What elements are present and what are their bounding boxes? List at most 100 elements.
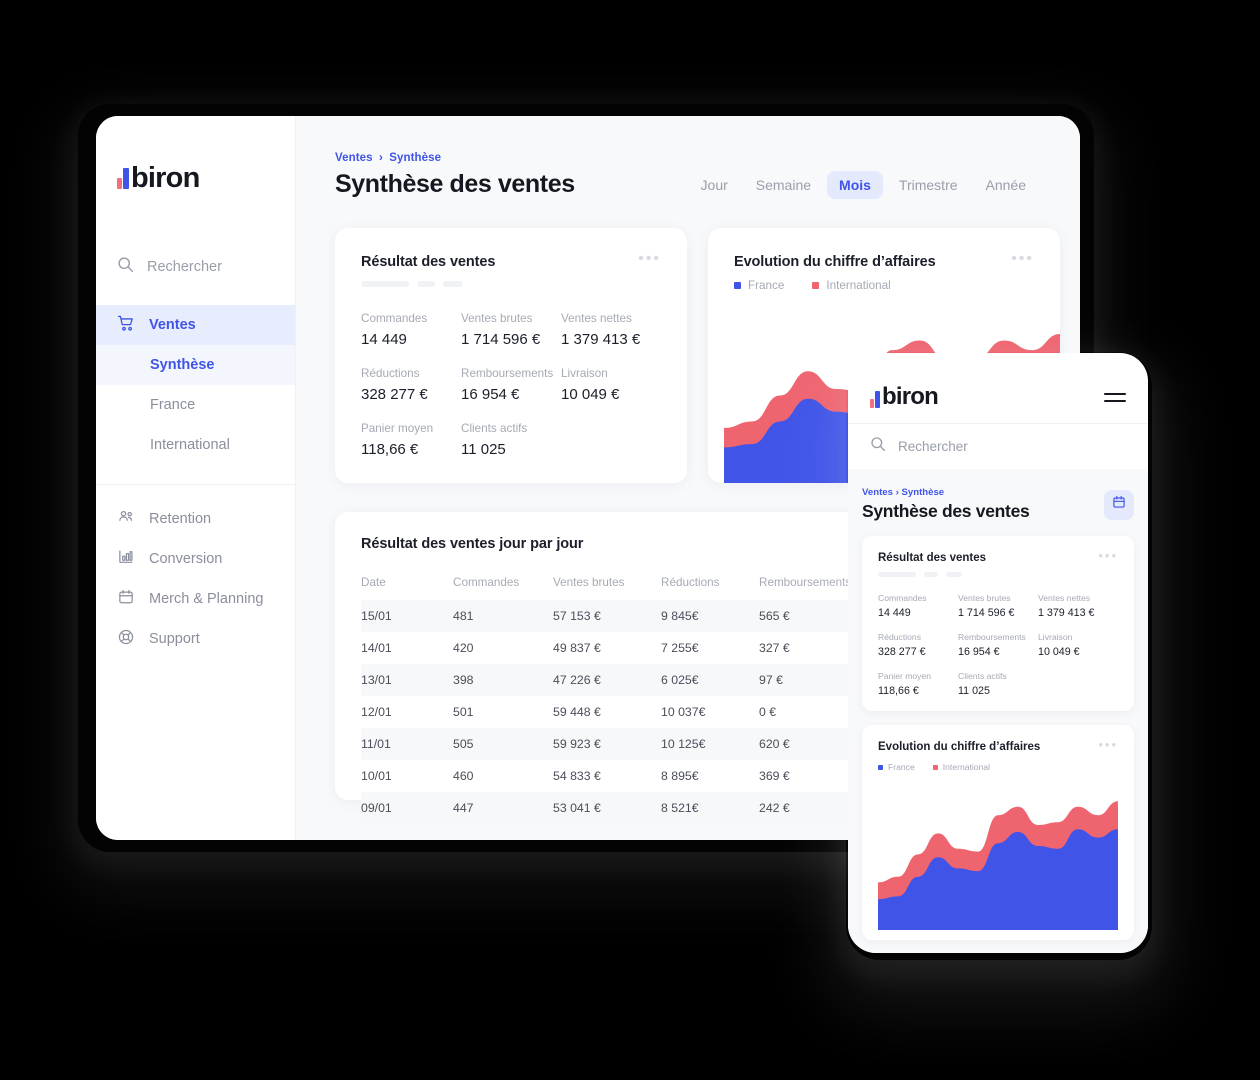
kpi-label: Livraison: [1038, 632, 1073, 642]
sidebar-item-conversion[interactable]: Conversion: [96, 539, 295, 579]
kpi-value: 118,66 €: [361, 441, 419, 458]
breadcrumb-separator: ›: [378, 152, 383, 164]
kpi-label: Réductions: [878, 632, 921, 642]
kpi-label: Ventes nettes: [1038, 593, 1091, 603]
phone-body: Ventes › Synthèse Synthèse des ventes Ré…: [848, 469, 1148, 953]
sidebar-item-support[interactable]: Support: [96, 619, 295, 659]
sidebar-item-label: International: [150, 437, 230, 453]
sidebar-item-france[interactable]: France: [96, 385, 295, 425]
table-cell: 49 837 €: [553, 641, 601, 655]
legend-swatch-icon: [932, 764, 938, 770]
table-cell: 09/01: [361, 801, 392, 815]
sidebar-item-international[interactable]: International: [96, 425, 295, 465]
kpi-value: 16 954 €: [461, 386, 520, 403]
breadcrumb-parent[interactable]: Ventes: [862, 487, 893, 498]
sidebar-item-label: Conversion: [149, 551, 223, 567]
period-tab-annee[interactable]: Année: [974, 171, 1038, 199]
legend-item-france: France: [878, 762, 915, 772]
phone-sales-result-card: Résultat des ventes ••• Commandes 14 449…: [862, 536, 1134, 711]
table-cell: 481: [453, 609, 474, 623]
table-cell: 47 226 €: [553, 673, 601, 687]
kpi-panier-moyen: Panier moyen 118,66 €: [878, 671, 958, 697]
kpi-label: Panier moyen: [878, 671, 932, 681]
table-cell: 8 895€: [661, 769, 699, 783]
kpi-livraison: Livraison 10 049 €: [561, 367, 661, 403]
table-cell: 420: [453, 641, 474, 655]
ellipsis-icon[interactable]: •••: [1098, 549, 1118, 562]
table-cell: 10 125€: [661, 737, 706, 751]
logo-text: biron: [882, 383, 939, 410]
legend-swatch-icon: [878, 764, 883, 770]
search-placeholder: Rechercher: [898, 439, 968, 454]
period-tab-semaine[interactable]: Semaine: [744, 171, 823, 199]
card-title: Résultat des ventes: [361, 254, 496, 270]
table-cell: 9 845€: [661, 609, 699, 623]
calendar-icon: [117, 588, 135, 610]
phone-search-input[interactable]: Rechercher: [848, 423, 1148, 469]
search-icon: [117, 256, 134, 278]
sidebar-item-ventes[interactable]: Ventes: [96, 305, 295, 345]
table-cell: 11/01: [361, 737, 391, 751]
kpi-value: 118,66 €: [878, 685, 919, 697]
table-column-header: Ventes brutes: [553, 576, 625, 589]
kpi-value: 1 379 413 €: [1038, 607, 1095, 619]
phone-logo: biron: [870, 383, 939, 410]
kpi-label: Panier moyen: [361, 422, 434, 435]
table-cell: 8 521€: [661, 801, 699, 815]
date-picker-button[interactable]: [1104, 489, 1134, 520]
table-cell: 505: [453, 737, 474, 751]
search-input[interactable]: Rechercher: [96, 245, 295, 289]
legend-item-international: International: [932, 762, 990, 772]
period-tab-mois[interactable]: Mois: [827, 170, 883, 199]
card-title: Evolution du chiffre d’affaires: [734, 254, 936, 270]
table-cell: 7 255€: [661, 641, 699, 655]
sidebar-item-retention[interactable]: Retention: [96, 499, 295, 539]
sidebar-divider: [96, 484, 295, 485]
table-cell: 501: [453, 705, 474, 719]
card-title: Evolution du chiffre d’affaires: [878, 741, 1041, 753]
card-title: Résultat des ventes: [878, 552, 987, 564]
table-column-header: Réductions: [661, 576, 720, 589]
kpi-label: Ventes nettes: [561, 312, 632, 325]
phone-window: biron Rechercher Ventes › Synthèse Synth…: [848, 353, 1148, 953]
kpi-value: 14 449: [361, 331, 407, 348]
hamburger-icon[interactable]: [1104, 392, 1126, 402]
phone-kpi-grid: Commandes 14 449 Ventes brutes 1 714 596…: [878, 593, 1118, 697]
kpi-label: Réductions: [361, 367, 420, 380]
area-chart: [878, 801, 1118, 930]
lifebuoy-icon: [117, 628, 135, 650]
breadcrumb-current: Synthèse: [901, 487, 945, 498]
cart-icon: [117, 314, 135, 336]
kpi-label: Ventes brutes: [461, 312, 533, 325]
kpi-ventes-brutes: Ventes brutes 1 714 596 €: [461, 312, 561, 348]
ellipsis-icon[interactable]: •••: [638, 251, 661, 267]
period-tab-trimestre[interactable]: Trimestre: [887, 171, 970, 199]
kpi-ventes-brutes: Ventes brutes 1 714 596 €: [958, 593, 1038, 619]
sidebar-item-label: Ventes: [149, 317, 196, 333]
breadcrumb-parent[interactable]: Ventes: [335, 152, 373, 164]
legend-label: France: [888, 762, 915, 772]
sales-result-card: Résultat des ventes ••• Commandes 14 449: [335, 228, 687, 483]
kpi-clients-actifs: Clients actifs 11 025: [461, 422, 561, 458]
loading-placeholder: [361, 281, 661, 287]
table-cell: 12/01: [361, 705, 392, 719]
kpi-ventes-nettes: Ventes nettes 1 379 413 €: [1038, 593, 1118, 619]
kpi-remboursements: Remboursements 16 954 €: [958, 632, 1038, 658]
sidebar-item-merch-planning[interactable]: Merch & Planning: [96, 579, 295, 619]
kpi-value: 10 049 €: [1038, 646, 1080, 658]
kpi-reductions: Réductions 328 277 €: [361, 367, 461, 403]
kpi-value: 16 954 €: [958, 646, 1000, 658]
period-tab-jour[interactable]: Jour: [689, 171, 740, 199]
ellipsis-icon[interactable]: •••: [1098, 738, 1118, 751]
breadcrumb: Ventes › Synthèse: [335, 152, 1080, 164]
table-column-header: Date: [361, 576, 386, 589]
legend-item-international: International: [812, 279, 891, 292]
app-logo: biron: [96, 158, 295, 198]
search-placeholder: Rechercher: [147, 259, 222, 275]
table-cell: 13/01: [361, 673, 392, 687]
table-cell: 15/01: [361, 609, 392, 623]
loading-placeholder: [878, 572, 1118, 577]
bar-chart-icon: [117, 548, 135, 570]
sidebar-item-synthese[interactable]: Synthèse: [96, 345, 295, 385]
ellipsis-icon[interactable]: •••: [1011, 251, 1034, 267]
